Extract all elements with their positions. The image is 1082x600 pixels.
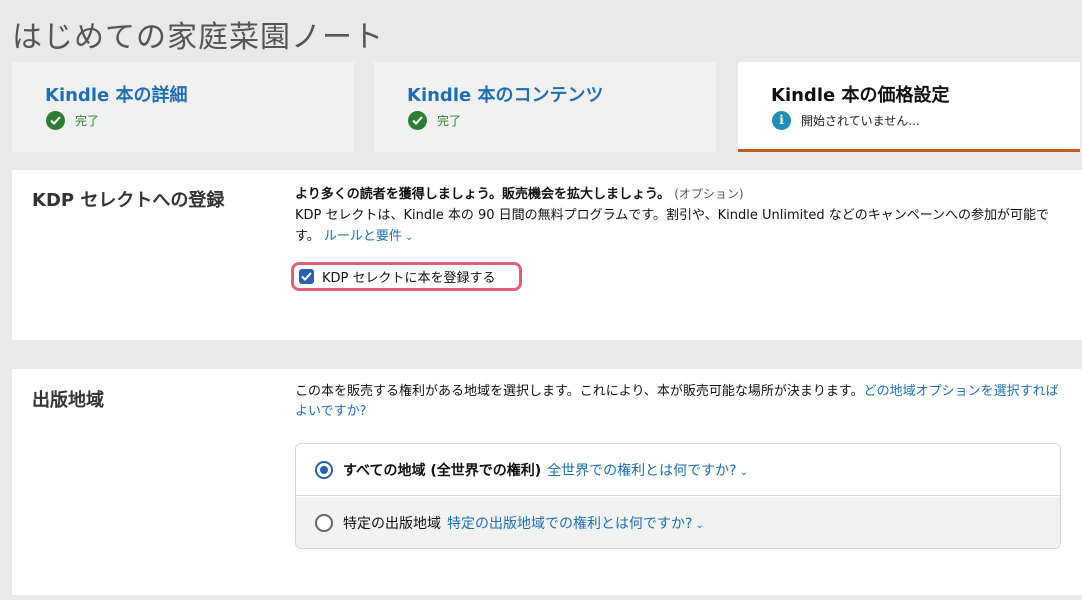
- tab-title[interactable]: Kindle 本の価格設定: [771, 81, 949, 107]
- tab-status: 完了: [46, 110, 99, 130]
- tab-status: 完了: [408, 110, 461, 130]
- chevron-down-icon: ⌄: [739, 466, 748, 478]
- section-title: KDP セレクトへの登録: [32, 190, 225, 211]
- tab-title[interactable]: Kindle 本のコンテンツ: [407, 81, 603, 107]
- status-text: 完了: [437, 113, 462, 128]
- enroll-checkbox-highlight[interactable]: KDP セレクトに本を登録する: [291, 262, 522, 291]
- check-circle-icon: [408, 110, 427, 130]
- enroll-label[interactable]: KDP セレクトに本を登録する: [322, 267, 496, 286]
- individual-rights-link[interactable]: 特定の出版地域での権利とは何ですか? ⌄: [447, 513, 704, 533]
- tab-kindle-content[interactable]: Kindle 本のコンテンツ 完了: [374, 62, 716, 152]
- territory-description: この本を販売する権利がある地域を選択します。これにより、本が販売可能な場所が決ま…: [295, 384, 864, 399]
- kdp-headline: より多くの読者を獲得しましょう。販売機会を拡大しましょう。: [295, 187, 671, 202]
- territory-description-block: この本を販売する権利がある地域を選択します。これにより、本が販売可能な場所が決ま…: [295, 382, 1070, 422]
- section-title: 出版地域: [32, 390, 104, 411]
- book-title: はじめての家庭菜園ノート: [12, 20, 384, 55]
- kdp-select-section: KDP セレクトへの登録 より多くの読者を獲得しましょう。販売機会を拡大しましょ…: [12, 170, 1082, 340]
- radio-individual[interactable]: [315, 514, 333, 532]
- optional-label: (オプション): [674, 187, 744, 201]
- info-circle-icon: i: [772, 110, 791, 130]
- option-label[interactable]: 特定の出版地域: [343, 513, 441, 533]
- worldwide-rights-link-label[interactable]: 全世界での権利とは何ですか?: [547, 463, 736, 479]
- option-worldwide[interactable]: すべての地域 (全世界での権利) 全世界での権利とは何ですか? ⌄: [296, 444, 1060, 496]
- kdp-select-content: より多くの読者を獲得しましょう。販売機会を拡大しましょう。 (オプション) KDP…: [295, 184, 1070, 248]
- tab-status: i 開始されていません...: [772, 110, 920, 130]
- worldwide-rights-link[interactable]: 全世界での権利とは何ですか? ⌄: [547, 460, 748, 480]
- tab-kindle-pricing[interactable]: Kindle 本の価格設定 i 開始されていません...: [738, 62, 1080, 152]
- radio-worldwide[interactable]: [315, 460, 333, 479]
- option-label[interactable]: すべての地域 (全世界での権利): [343, 460, 541, 480]
- option-individual[interactable]: 特定の出版地域 特定の出版地域での権利とは何ですか? ⌄: [296, 497, 1060, 548]
- status-text: 完了: [75, 113, 100, 128]
- check-circle-icon: [46, 110, 65, 130]
- tab-kindle-details[interactable]: Kindle 本の詳細 完了: [12, 62, 354, 152]
- enroll-checkbox[interactable]: [299, 269, 314, 284]
- chevron-down-icon: ⌄: [404, 232, 414, 243]
- tab-title[interactable]: Kindle 本の詳細: [45, 81, 187, 107]
- territory-options: すべての地域 (全世界での権利) 全世界での権利とは何ですか? ⌄ 特定の出版地域…: [295, 443, 1061, 549]
- individual-rights-link-label[interactable]: 特定の出版地域での権利とは何ですか?: [447, 516, 692, 532]
- rules-link[interactable]: ルールと要件 ⌄: [324, 229, 413, 244]
- territory-section: 出版地域 この本を販売する権利がある地域を選択します。これにより、本が販売可能な…: [12, 369, 1082, 595]
- rules-link-label[interactable]: ルールと要件: [324, 229, 402, 244]
- chevron-down-icon: ⌄: [695, 520, 704, 531]
- status-text: 開始されていません...: [801, 113, 920, 128]
